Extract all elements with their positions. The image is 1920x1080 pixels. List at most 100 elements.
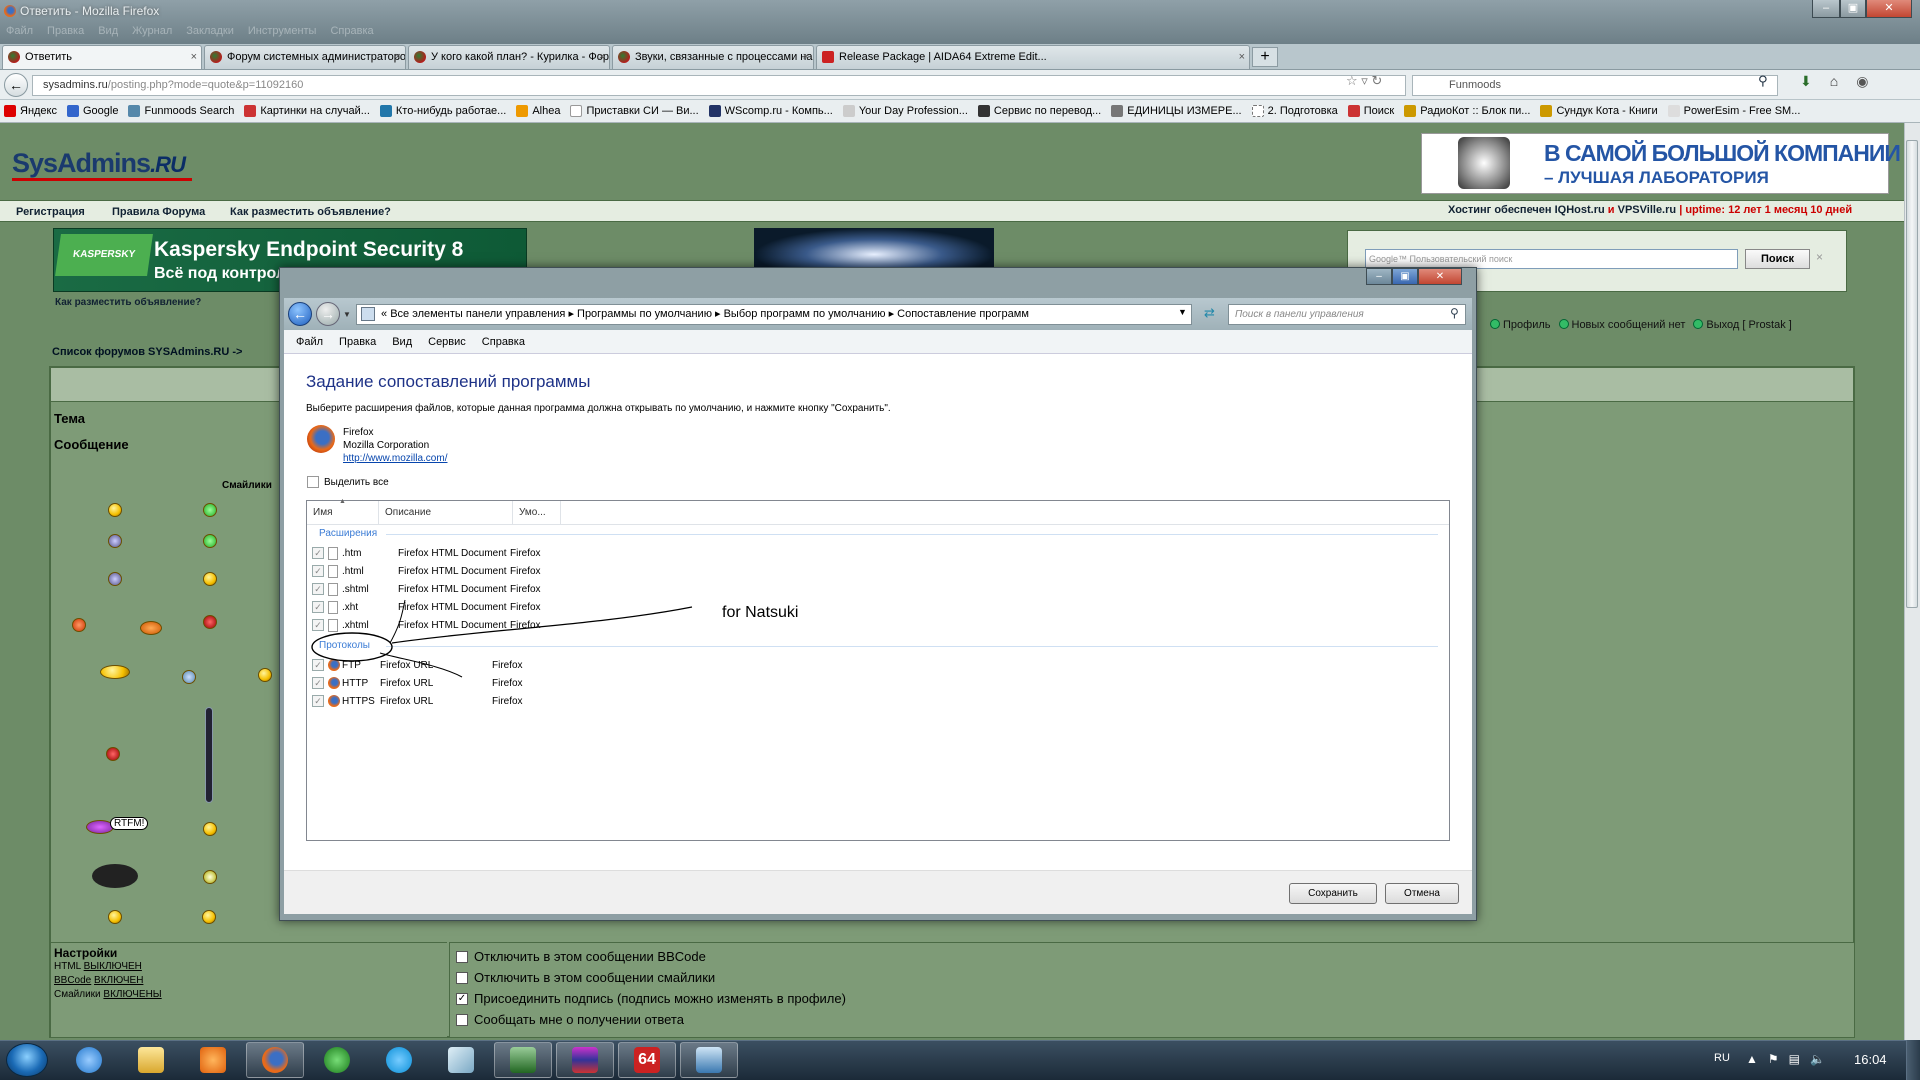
- smiley-icon[interactable]: [72, 618, 86, 632]
- smiley-icon[interactable]: [202, 910, 216, 924]
- bookmark-item[interactable]: Яндекс: [4, 105, 57, 117]
- bookmark-item[interactable]: Сервис по перевод...: [977, 105, 1101, 117]
- bookmark-item[interactable]: Google: [67, 105, 118, 117]
- smiley-icon[interactable]: [92, 864, 138, 888]
- taskbar-explorer[interactable]: [122, 1042, 180, 1078]
- smiley-icon[interactable]: [100, 665, 130, 679]
- rtfm-smiley-icon[interactable]: RTFM!: [110, 817, 149, 830]
- dropdown-icon[interactable]: ▿: [1361, 73, 1368, 88]
- menu-tools[interactable]: Инструменты: [248, 25, 317, 37]
- dialog-close-button[interactable]: ✕: [1418, 268, 1462, 285]
- smiley-icon[interactable]: [203, 870, 217, 884]
- checkbox[interactable]: [307, 476, 319, 488]
- tab-close-icon[interactable]: ×: [803, 46, 809, 68]
- show-hidden-icons-icon[interactable]: ▲: [1746, 1052, 1758, 1066]
- ad-howto-link[interactable]: Как разместить объявление?: [55, 297, 201, 308]
- bookmark-item[interactable]: Кто-нибудь работае...: [379, 105, 506, 117]
- save-button[interactable]: Сохранить: [1289, 883, 1377, 904]
- start-button[interactable]: [6, 1043, 48, 1077]
- row-checkbox[interactable]: ✓: [312, 565, 324, 577]
- bookmark-item[interactable]: Поиск: [1347, 105, 1394, 117]
- smiley-icon[interactable]: [205, 707, 213, 803]
- tab-close-icon[interactable]: ×: [191, 46, 197, 68]
- program-url-link[interactable]: http://www.mozilla.com/: [343, 453, 447, 464]
- taskbar-media-player[interactable]: [184, 1042, 242, 1078]
- column-default[interactable]: Умо...: [513, 501, 561, 525]
- menu-file[interactable]: Файл: [6, 25, 33, 37]
- taskbar-app[interactable]: [494, 1042, 552, 1078]
- option-disable-smilies[interactable]: Отключить в этом сообщении смайлики: [456, 970, 715, 985]
- menu-view[interactable]: Вид: [98, 25, 118, 37]
- list-row-html[interactable]: ✓ .html Firefox HTML Document Firefox: [312, 562, 541, 580]
- logout-link[interactable]: Выход [ Prostak ]: [1693, 319, 1792, 331]
- download-icon[interactable]: ⬇: [1800, 73, 1812, 90]
- url-input[interactable]: sysadmins.ru/posting.php?mode=quote&p=11…: [32, 75, 1406, 96]
- row-checkbox[interactable]: ✓: [312, 695, 324, 707]
- reload-icon[interactable]: ↻: [1371, 73, 1382, 88]
- bookmark-item[interactable]: ЕДИНИЦЫ ИЗМЕРЕ...: [1111, 105, 1242, 117]
- maximize-button[interactable]: ▣: [1840, 0, 1866, 18]
- smiley-icon[interactable]: [106, 747, 120, 761]
- taskbar-control-panel[interactable]: [680, 1042, 738, 1078]
- smiley-icon[interactable]: [140, 621, 162, 635]
- volume-icon[interactable]: 🔈: [1810, 1052, 1825, 1066]
- bookmark-item[interactable]: Сундук Кота - Книги: [1540, 105, 1658, 117]
- bookmark-item[interactable]: WScomp.ru - Компь...: [708, 105, 833, 117]
- control-panel-search-input[interactable]: Поиск в панели управления: [1228, 304, 1466, 325]
- nav-register-link[interactable]: Регистрация: [16, 206, 85, 218]
- dialog-forward-button[interactable]: →: [316, 302, 340, 326]
- smiley-icon[interactable]: [108, 503, 122, 517]
- nav-ad-link[interactable]: Как разместить объявление?: [230, 206, 391, 218]
- dialog-menu-view[interactable]: Вид: [392, 330, 412, 353]
- smiley-icon[interactable]: [203, 572, 217, 586]
- breadcrumb-forum-list[interactable]: Список форумов SYSAdmins.RU ->: [52, 346, 242, 358]
- bookmark-item[interactable]: РадиоКот :: Блок пи...: [1404, 105, 1530, 117]
- smiley-icon[interactable]: [108, 534, 122, 548]
- taskbar-winrar[interactable]: [556, 1042, 614, 1078]
- address-dropdown-icon[interactable]: ▼: [1178, 307, 1187, 317]
- bookmark-star-icon[interactable]: ☆: [1346, 73, 1358, 88]
- dialog-back-button[interactable]: ←: [288, 302, 312, 326]
- option-checkbox[interactable]: [456, 950, 468, 963]
- clear-icon[interactable]: ×: [1816, 250, 1823, 264]
- menu-bookmarks[interactable]: Закладки: [186, 25, 234, 37]
- option-checkbox[interactable]: [456, 971, 468, 984]
- option-disable-bbcode[interactable]: Отключить в этом сообщении BBCode: [456, 949, 706, 964]
- dialog-menu-file[interactable]: Файл: [296, 330, 323, 353]
- row-checkbox[interactable]: ✓: [312, 547, 324, 559]
- bookmark-item[interactable]: PowerEsim - Free SM...: [1667, 105, 1800, 117]
- option-notify-reply[interactable]: Сообщать мне о получении ответа: [456, 1012, 684, 1027]
- profile-link[interactable]: Профиль: [1490, 319, 1551, 331]
- dialog-minimize-button[interactable]: –: [1366, 268, 1392, 285]
- smiley-icon[interactable]: [203, 615, 217, 629]
- breadcrumb-default-programs[interactable]: Программы по умолчанию: [577, 308, 712, 320]
- option-attach-signature[interactable]: ✓ Присоединить подпись (подпись можно изм…: [456, 991, 846, 1006]
- tab-sounds[interactable]: Звуки, связанные с процессами на ... ×: [612, 45, 814, 69]
- tab-reply[interactable]: Ответить ×: [2, 45, 202, 69]
- history-dropdown-icon[interactable]: ▼: [343, 310, 351, 319]
- bookmark-item[interactable]: Приставки СИ — Ви...: [570, 105, 699, 117]
- smiley-icon[interactable]: [182, 670, 196, 684]
- new-messages-link[interactable]: Новых сообщений нет: [1558, 319, 1685, 331]
- google-search-input[interactable]: Google™ Пользовательский поиск: [1365, 249, 1738, 269]
- ad-banner-middle[interactable]: [754, 228, 994, 272]
- breadcrumb-choose-defaults[interactable]: Выбор программ по умолчанию: [724, 308, 886, 320]
- bookmark-item[interactable]: Картинки на случай...: [244, 105, 370, 117]
- taskbar-utorrent[interactable]: [308, 1042, 366, 1078]
- option-checkbox[interactable]: [456, 1013, 468, 1026]
- smiley-icon[interactable]: [108, 910, 122, 924]
- option-checkbox[interactable]: ✓: [456, 992, 468, 1005]
- select-all-checkbox[interactable]: Выделить все: [307, 476, 389, 488]
- smiley-icon[interactable]: [108, 572, 122, 586]
- breadcrumb-associations[interactable]: Сопоставление программ: [897, 308, 1029, 320]
- tab-aida64[interactable]: Release Package | AIDA64 Extreme Edit...…: [816, 45, 1250, 69]
- search-input[interactable]: Funmoods: [1412, 75, 1778, 96]
- menu-history[interactable]: Журнал: [132, 25, 172, 37]
- minimize-button[interactable]: –: [1812, 0, 1840, 18]
- menu-help[interactable]: Справка: [330, 25, 373, 37]
- smiley-icon[interactable]: [258, 668, 272, 682]
- dialog-maximize-button[interactable]: ▣: [1392, 268, 1418, 285]
- scrollbar-thumb[interactable]: [1906, 140, 1918, 608]
- tab-forum[interactable]: Форум системных администраторов ... ×: [204, 45, 406, 69]
- network-icon[interactable]: ▤: [1789, 1052, 1800, 1066]
